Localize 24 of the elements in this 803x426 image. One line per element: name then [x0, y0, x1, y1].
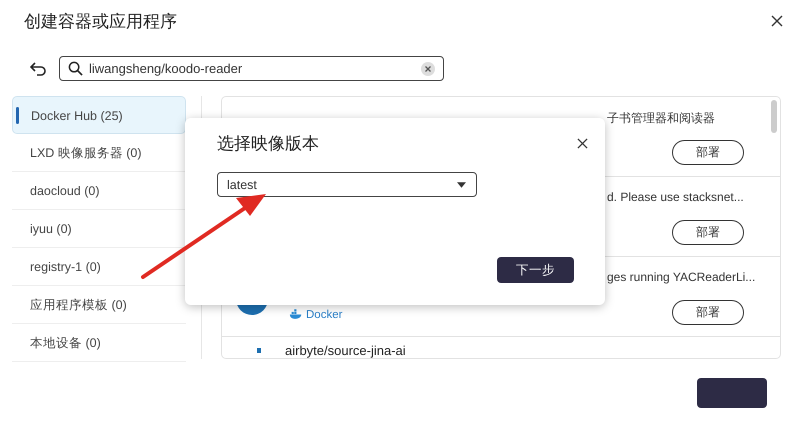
version-select[interactable]: latest [217, 172, 477, 197]
dialog-title: 选择映像版本 [217, 133, 319, 155]
next-button[interactable]: 下一步 [497, 257, 574, 283]
window-title: 创建容器或应用程序 [24, 10, 177, 32]
scrollbar[interactable] [771, 100, 777, 133]
caret-icon [457, 182, 466, 188]
close-icon[interactable] [771, 15, 783, 27]
result-description: ges running YACReaderLi... [607, 270, 756, 284]
deploy-button[interactable]: 部署 [672, 140, 744, 165]
result-name: airbyte/source-jina-ai [285, 343, 406, 358]
result-description: d. Please use stacksnet... [607, 190, 744, 204]
close-icon[interactable] [577, 138, 588, 149]
clear-icon[interactable] [421, 62, 435, 76]
whale-icon [289, 309, 303, 320]
search-icon [68, 61, 83, 76]
back-icon[interactable] [30, 62, 46, 76]
deploy-button[interactable]: 部署 [672, 220, 744, 245]
source-item[interactable]: Docker Hub (25) [12, 96, 186, 134]
deploy-button[interactable]: 部署 [672, 300, 744, 325]
source-tag: Docker [289, 308, 342, 320]
app-logo-icon [257, 348, 261, 353]
search-field[interactable]: liwangsheng/koodo-reader [59, 56, 444, 81]
result-description: 子书管理器和阅读器 [607, 111, 715, 125]
source-item[interactable]: 本地设备 (0) [12, 324, 186, 362]
